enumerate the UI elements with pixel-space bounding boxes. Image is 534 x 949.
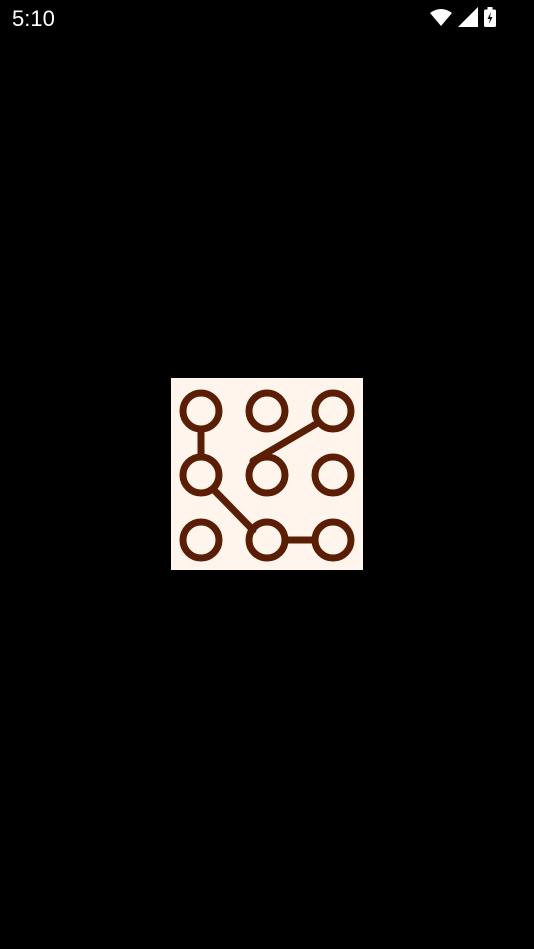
status-icons: [430, 6, 496, 28]
splash-screen: 5:10: [0, 0, 534, 949]
pattern-lock-icon: [179, 389, 355, 562]
cellular-signal-icon: [458, 7, 478, 27]
wifi-icon: [430, 8, 452, 26]
app-logo: [171, 378, 363, 570]
status-time: 5:10: [12, 6, 55, 31]
battery-charging-icon: [484, 7, 496, 27]
status-bar: 5:10: [0, 0, 534, 38]
